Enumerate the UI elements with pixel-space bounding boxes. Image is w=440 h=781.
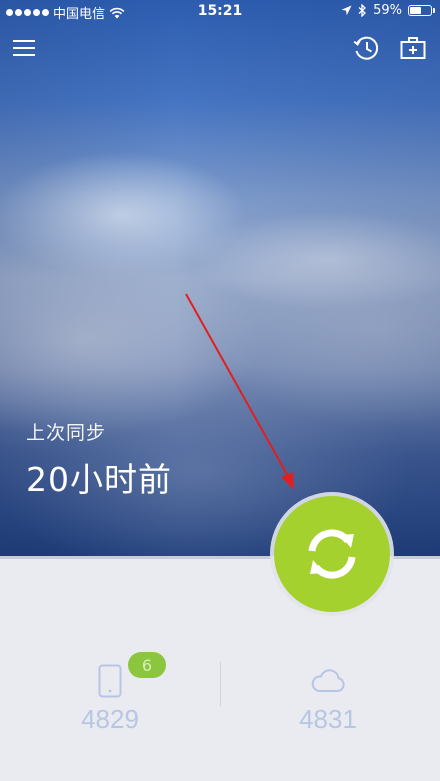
sync-arrows-icon <box>308 529 356 579</box>
cloud-contact-count: 4831 <box>299 704 357 734</box>
cloud-icon <box>311 669 345 692</box>
phone-contact-count: 4829 <box>81 704 139 734</box>
cloud-stat[interactable]: 4831 <box>268 668 388 735</box>
phone-badge: 6 <box>128 652 166 678</box>
sync-button-ring <box>270 492 394 616</box>
sync-button[interactable] <box>274 496 390 612</box>
stats-divider <box>220 662 221 706</box>
phone-icon <box>98 664 122 698</box>
